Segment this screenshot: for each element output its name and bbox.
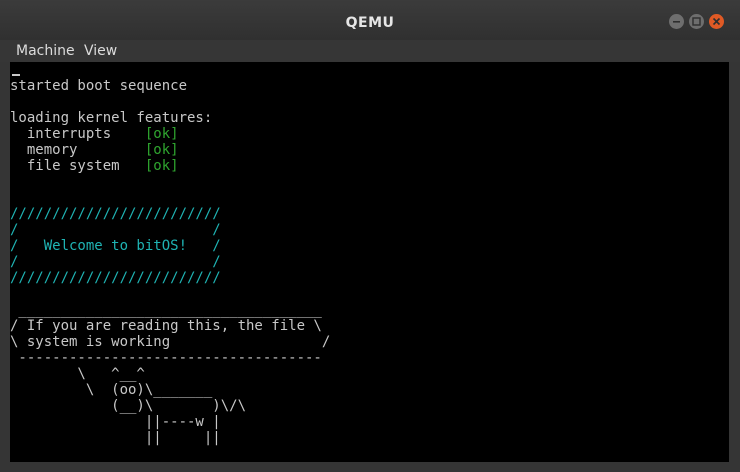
cowsay-line: || || [10, 430, 221, 446]
feature-name: memory [10, 142, 145, 158]
feature-row: file system [ok] [10, 158, 179, 174]
banner-line: ///////////////////////// [10, 206, 221, 222]
cowsay-line: / If you are reading this, the file \ [10, 318, 322, 334]
feature-name: interrupts [10, 126, 145, 142]
minimize-button[interactable] [669, 14, 684, 29]
console-line-loading: loading kernel features: [10, 110, 213, 126]
status-ok: [ok] [144, 158, 179, 174]
feature-name: file system [10, 158, 145, 174]
close-button[interactable] [709, 14, 724, 29]
feature-row: interrupts [ok] [10, 126, 179, 142]
menu-view[interactable]: View [84, 41, 117, 61]
cowsay-line: \ (oo)\_______ [10, 382, 213, 398]
menu-bar: Machine View [0, 40, 740, 62]
maximize-button[interactable] [689, 14, 704, 29]
feature-row: memory [ok] [10, 142, 179, 158]
maximize-icon [692, 17, 701, 26]
status-ok: [ok] [144, 142, 179, 158]
banner-line: / / [10, 254, 221, 270]
status-ok: [ok] [144, 126, 179, 142]
qemu-window: QEMU Machine View started boot sequence … [0, 0, 740, 472]
banner-line: / / [10, 222, 221, 238]
title-bar[interactable]: QEMU [0, 0, 740, 40]
cowsay-line: (__)\ )\/\ [10, 398, 247, 414]
cowsay-line: ------------------------------------ [10, 350, 322, 366]
minimize-icon [673, 21, 680, 23]
banner-line: ///////////////////////// [10, 270, 221, 286]
text-cursor [12, 74, 20, 76]
vm-display[interactable]: started boot sequence loading kernel fea… [10, 62, 729, 462]
console-line-boot: started boot sequence [10, 78, 188, 94]
window-bottom-edge [0, 462, 740, 472]
cowsay-line: \ ^__^ [10, 366, 145, 382]
banner-line: / Welcome to bitOS! / [10, 238, 221, 254]
menu-machine[interactable]: Machine [16, 41, 75, 61]
window-title: QEMU [345, 15, 395, 31]
cowsay-line: ____________________________________ [10, 302, 322, 318]
cowsay-line: \ system is working / [10, 334, 331, 350]
close-icon [712, 17, 721, 26]
cowsay-line: ||----w | [10, 414, 221, 430]
